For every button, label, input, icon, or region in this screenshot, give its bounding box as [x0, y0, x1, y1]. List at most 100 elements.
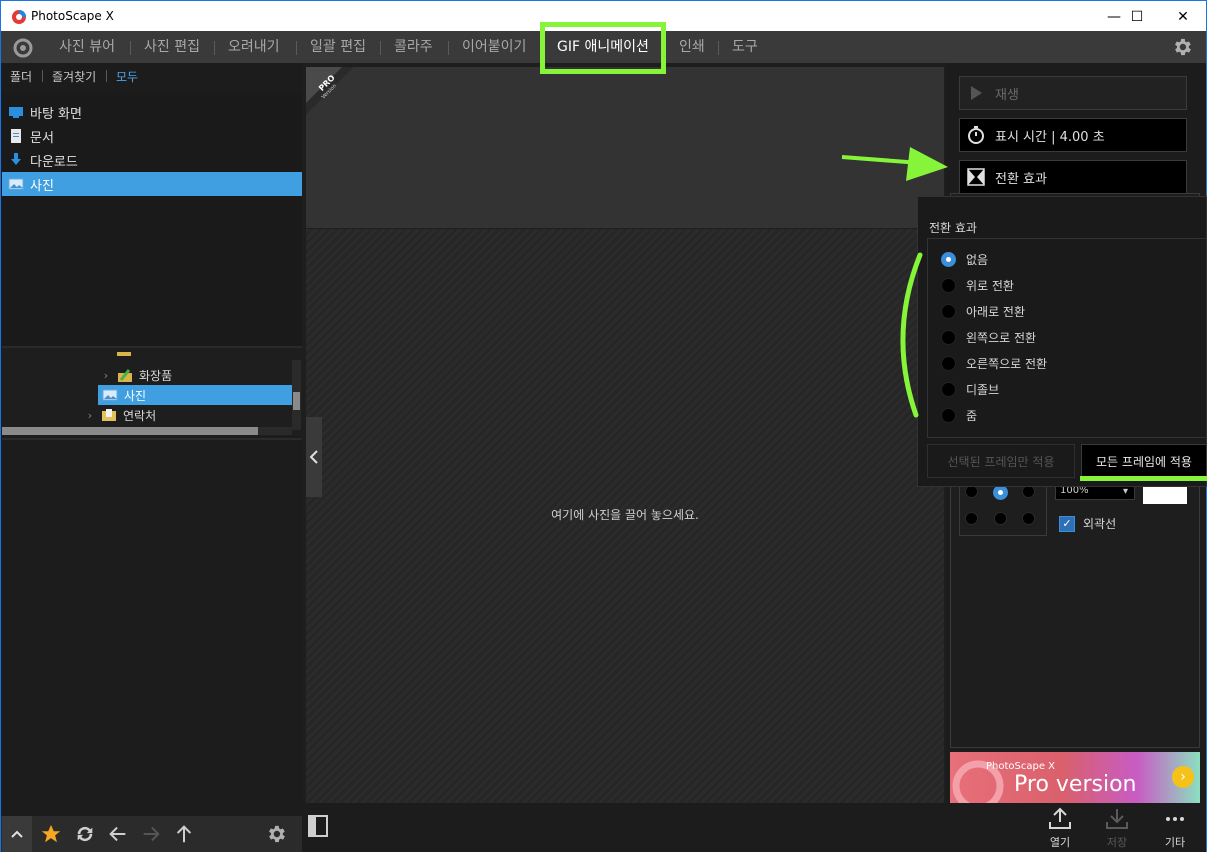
radio[interactable]: [941, 407, 956, 423]
folder-item-pictures[interactable]: 사진: [2, 172, 302, 196]
refresh-button[interactable]: [73, 822, 97, 846]
close-button[interactable]: ✕: [1160, 1, 1206, 32]
panel-toggle-icon[interactable]: [308, 815, 328, 837]
radio-selected[interactable]: [941, 251, 956, 267]
collapse-left-button[interactable]: [306, 417, 322, 497]
apply-all-frames-button[interactable]: 모든 프레임에 적용: [1081, 444, 1207, 478]
radio[interactable]: [941, 381, 956, 397]
refresh-icon: [77, 826, 93, 842]
transition-option-right[interactable]: 오른쪽으로 전환: [941, 353, 1047, 373]
option-label: 오른쪽으로 전환: [966, 356, 1048, 371]
desktop-icon: [9, 107, 23, 118]
menu-tools[interactable]: 도구: [732, 31, 758, 63]
annotation-arrow-icon: [841, 147, 948, 181]
position-dot[interactable]: [1022, 512, 1035, 525]
pro-version-banner[interactable]: PhotoScape X Pro version ›: [950, 752, 1200, 803]
back-button[interactable]: [106, 822, 130, 846]
up-button[interactable]: [172, 822, 196, 846]
upload-icon: [1049, 807, 1071, 829]
transition-option-dissolve[interactable]: 디졸브: [941, 379, 999, 399]
folder-item-desktop[interactable]: 바탕 화면: [2, 100, 302, 124]
menu-separator: [380, 41, 381, 55]
promo-arrow-icon[interactable]: ›: [1172, 766, 1194, 788]
tree-row-clipped: [117, 350, 207, 356]
favorite-button[interactable]: [39, 822, 63, 846]
option-label: 디졸브: [966, 382, 1000, 397]
star-icon: [41, 824, 61, 843]
folder-item-downloads[interactable]: 다운로드: [2, 148, 302, 172]
chevron-right-icon[interactable]: ›: [99, 369, 113, 382]
position-dot[interactable]: [994, 512, 1007, 525]
transition-option-up[interactable]: 위로 전환: [941, 275, 1014, 295]
gear-icon: [269, 825, 285, 843]
transition-label: 전환 효과: [995, 171, 1047, 187]
left-toolbar: [0, 816, 302, 852]
option-label: 위로 전환: [966, 278, 1014, 293]
radio[interactable]: [941, 303, 956, 319]
option-label: 줌: [966, 408, 978, 423]
forward-button[interactable]: [139, 822, 163, 846]
radio[interactable]: [941, 277, 956, 293]
cosmetics-folder-icon: [118, 369, 132, 382]
radio[interactable]: [941, 355, 956, 371]
more-button[interactable]: 기타: [1150, 806, 1200, 850]
menu-batch-editor[interactable]: 일괄 편집: [310, 31, 366, 63]
menu-separator: [448, 41, 449, 55]
tree-item-cosmetics[interactable]: › 화장품: [99, 365, 292, 385]
picture-folder-icon: [8, 178, 24, 190]
arrow-right-icon: [143, 826, 160, 842]
transition-option-none[interactable]: 없음: [941, 249, 988, 269]
drop-message: 여기에 사진을 끌어 놓으세요.: [551, 508, 699, 522]
chevron-left-icon: [309, 450, 318, 464]
menu-photo-viewer[interactable]: 사진 뷰어: [59, 31, 115, 63]
radio[interactable]: [941, 329, 956, 345]
position-dot-selected[interactable]: [993, 485, 1008, 500]
play-button[interactable]: 재생: [959, 76, 1187, 110]
annotation-underline: [1080, 476, 1207, 481]
checkmark-icon: ✓: [1059, 515, 1075, 532]
save-button[interactable]: 저장: [1092, 806, 1142, 850]
vertical-scrollbar[interactable]: [292, 360, 301, 430]
folder-item-documents[interactable]: 문서: [2, 124, 302, 148]
horizontal-scrollbar[interactable]: [2, 427, 292, 435]
browser-settings-button[interactable]: [264, 822, 288, 846]
position-dot[interactable]: [965, 512, 978, 525]
transition-option-down[interactable]: 아래로 전환: [941, 301, 1025, 321]
tree-item-pictures[interactable]: 사진: [98, 385, 292, 405]
menu-photo-editor[interactable]: 사진 편집: [144, 31, 200, 63]
collapse-up-button[interactable]: [2, 816, 32, 852]
apply-selected-frames-button[interactable]: 선택된 프레임만 적용: [927, 444, 1075, 478]
window-title: PhotoScape X: [31, 9, 114, 23]
display-time-button[interactable]: 표시 시간 | 4.00 초: [959, 118, 1187, 152]
transition-icon: [965, 166, 987, 188]
home-logo-icon[interactable]: [12, 37, 34, 59]
menu-separator: [214, 41, 215, 55]
picture-folder-icon: [102, 389, 118, 401]
tree-item-contacts[interactable]: › 연락처: [83, 405, 292, 425]
tab-folder[interactable]: 폴더: [10, 68, 32, 85]
folder-label: 사진: [30, 178, 54, 194]
menu-cut-out[interactable]: 오려내기: [228, 31, 280, 63]
transition-option-zoom[interactable]: 줌: [941, 405, 977, 425]
dropdown-arrow-icon: ▾: [1122, 486, 1128, 497]
transition-option-left[interactable]: 왼쪽으로 전환: [941, 327, 1036, 347]
open-label: 열기: [1049, 836, 1071, 849]
tab-all[interactable]: 모두: [116, 68, 138, 85]
transition-effect-button[interactable]: 전환 효과: [959, 160, 1187, 194]
settings-gear-icon[interactable]: [1171, 36, 1193, 58]
menu-collage[interactable]: 콜라주: [394, 31, 433, 63]
open-button[interactable]: 열기: [1035, 806, 1085, 850]
chevron-right-icon[interactable]: ›: [83, 409, 97, 422]
promo-big-text: Pro version: [1014, 772, 1137, 797]
color-swatch[interactable]: [1143, 484, 1187, 504]
pro-version-badge: PRO Version: [306, 67, 354, 115]
menu-combine[interactable]: 이어붙이기: [462, 31, 526, 63]
menu-print[interactable]: 인쇄: [679, 31, 705, 63]
folder-label: 바탕 화면: [30, 106, 82, 122]
promo-small-text: PhotoScape X: [986, 761, 1056, 772]
outline-checkbox[interactable]: ✓ 외곽선: [1059, 515, 1116, 532]
tab-favorites[interactable]: 즐겨찾기: [52, 68, 96, 85]
download-icon: [11, 153, 21, 165]
left-panel: 폴더 즐겨찾기 모두 바탕 화면 문서 다운로드 사진 › 화장품 사진 › 연…: [0, 63, 302, 816]
maximize-button[interactable]: ☐: [1114, 1, 1160, 32]
